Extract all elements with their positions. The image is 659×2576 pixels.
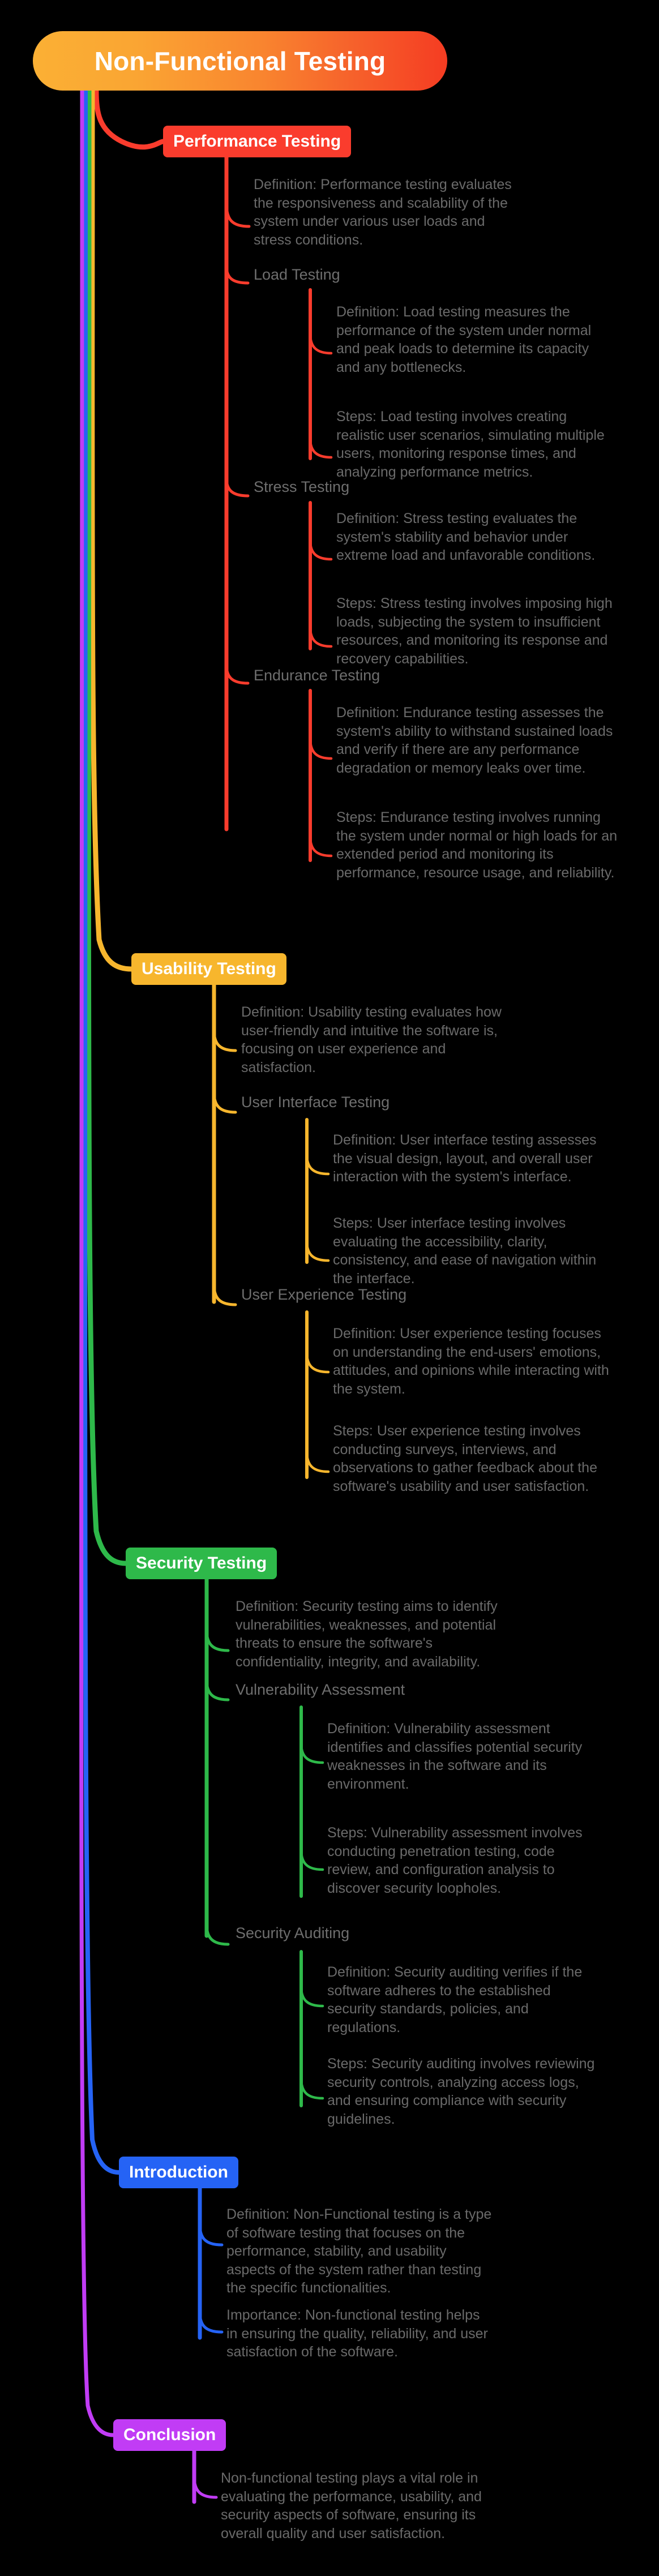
intro-to-def	[198, 2223, 224, 2247]
paragraph-ux-testing-steps: Steps: User experience testing involves …	[333, 1423, 597, 1494]
perf-to-endurance	[225, 663, 250, 685]
subtopic-security-auditing[interactable]: Security Auditing	[236, 1925, 349, 1942]
branch-label-usability-testing: Usability Testing	[142, 959, 276, 978]
load-to-steps	[309, 437, 333, 459]
branch-badge-usability-testing[interactable]: Usability Testing	[131, 953, 286, 985]
vuln-to-steps	[299, 1848, 324, 1871]
stress-to-def	[309, 539, 333, 561]
endurance-to-steps	[309, 835, 333, 858]
subtopic-user-interface-testing[interactable]: User Interface Testing	[241, 1094, 390, 1111]
audit-to-def	[299, 1985, 324, 2008]
paragraph-stress-testing-definition: Definition: Stress testing evaluates the…	[336, 511, 596, 563]
audit-to-steps	[299, 2077, 324, 2100]
perf-to-overview	[225, 202, 251, 228]
link-root-conclusion	[79, 88, 115, 2437]
link-root-security	[85, 88, 129, 1566]
paragraph-performance-overview: Definition: Performance testing evaluate…	[254, 177, 512, 248]
paragraph-ui-testing-definition: Definition: User interface testing asses…	[333, 1132, 597, 1185]
paragraph-security-auditing-definition: Definition: Security auditing verifies i…	[327, 1964, 583, 2035]
branch-label-introduction: Introduction	[129, 2163, 228, 2181]
link-root-introduction	[83, 88, 121, 2175]
sec-to-vuln	[205, 1678, 230, 1701]
branch-label-security-testing: Security Testing	[136, 1554, 267, 1572]
usab-to-ui	[212, 1091, 237, 1114]
paragraph-ux-testing-definition: Definition: User experience testing focu…	[333, 1326, 609, 1397]
ui-to-steps	[305, 1240, 330, 1262]
sec-to-audit	[205, 1923, 230, 1946]
subtopic-vulnerability-assessment[interactable]: Vulnerability Assessment	[236, 1681, 405, 1699]
paragraph-vulnerability-steps: Steps: Vulnerability assessment involves…	[327, 1825, 583, 1896]
root-node[interactable]: Non-Functional Testing	[33, 31, 447, 91]
paragraph-ui-testing-steps: Steps: User interface testing involves e…	[333, 1215, 597, 1287]
usab-to-overview	[212, 1028, 237, 1052]
paragraph-endurance-testing-definition: Definition: Endurance testing assesses t…	[336, 705, 613, 776]
paragraph-stress-testing-steps: Steps: Stress testing involves imposing …	[336, 595, 613, 667]
ux-to-steps	[305, 1450, 330, 1473]
paragraph-vulnerability-definition: Definition: Vulnerability assessment ide…	[327, 1721, 583, 1792]
branch-label-conclusion: Conclusion	[123, 2425, 216, 2444]
intro-to-importance	[198, 2311, 224, 2334]
branch-badge-introduction[interactable]: Introduction	[119, 2157, 238, 2188]
endurance-to-def	[309, 737, 333, 760]
link-root-usability	[89, 88, 134, 972]
conc-to-text	[192, 2475, 218, 2499]
paragraph-load-testing-definition: Definition: Load testing measures the pe…	[336, 304, 592, 375]
paragraph-introduction-importance: Importance: Non-functional testing helps…	[226, 2307, 488, 2360]
paragraph-load-testing-steps: Steps: Load testing involves creating re…	[336, 409, 605, 480]
paragraph-introduction-definition: Definition: Non-Functional testing is a …	[226, 2206, 492, 2296]
subtopic-stress-testing[interactable]: Stress Testing	[254, 478, 349, 496]
subtopic-endurance-testing[interactable]: Endurance Testing	[254, 667, 380, 684]
perf-to-load	[225, 264, 250, 285]
branch-badge-conclusion[interactable]: Conclusion	[113, 2419, 226, 2451]
paragraph-conclusion-text: Non-functional testing plays a vital rol…	[221, 2470, 482, 2541]
stress-to-steps	[309, 625, 333, 648]
perf-to-stress	[225, 477, 250, 498]
usab-to-ux	[212, 1283, 237, 1306]
branch-label-performance-testing: Performance Testing	[173, 132, 341, 151]
branch-badge-security-testing[interactable]: Security Testing	[126, 1548, 277, 1579]
link-root-performance	[93, 88, 166, 150]
paragraph-usability-overview: Definition: Usability testing evaluates …	[241, 1004, 502, 1075]
mindmap-canvas: Non-Functional Testing Performance Testi…	[0, 0, 659, 2576]
ux-to-def	[305, 1351, 330, 1374]
load-to-def	[309, 332, 333, 355]
sec-to-overview	[205, 1628, 230, 1652]
branch-badge-performance-testing[interactable]: Performance Testing	[163, 126, 352, 157]
vuln-to-def	[299, 1742, 324, 1764]
subtopic-load-testing[interactable]: Load Testing	[254, 266, 340, 284]
ui-to-def	[305, 1153, 330, 1176]
root-node-label: Non-Functional Testing	[94, 46, 386, 76]
paragraph-security-overview: Definition: Security testing aims to ide…	[236, 1598, 498, 1670]
paragraph-endurance-testing-steps: Steps: Endurance testing involves runnin…	[336, 809, 618, 881]
paragraph-security-auditing-steps: Steps: Security auditing involves review…	[327, 2056, 595, 2127]
subtopic-user-experience-testing[interactable]: User Experience Testing	[241, 1286, 406, 1304]
